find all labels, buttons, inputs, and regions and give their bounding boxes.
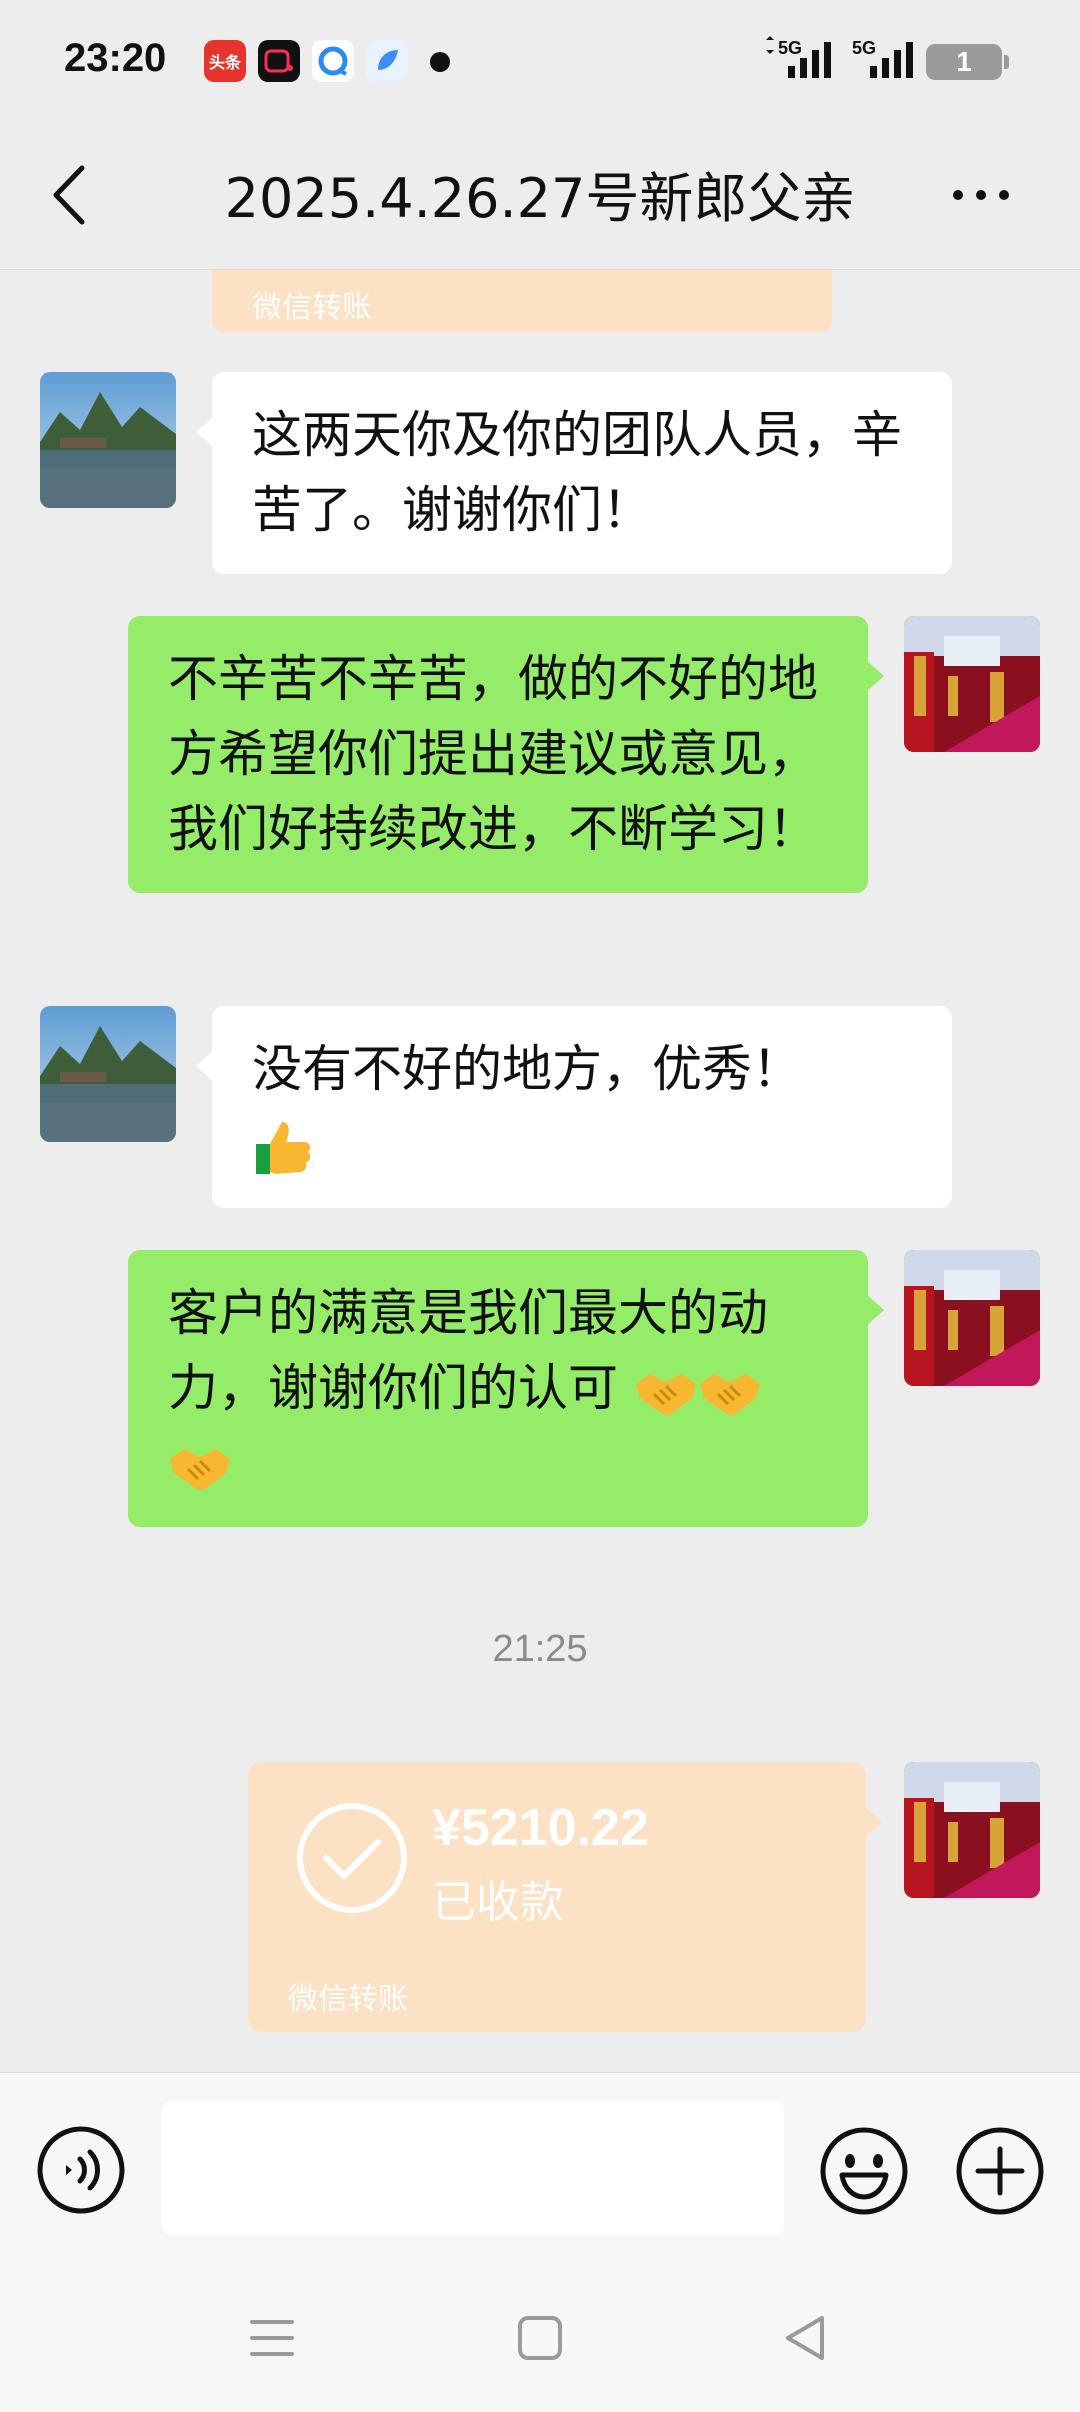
svg-text:5G: 5G [778,38,802,58]
system-nav-bar [0,2262,1080,2412]
home-nav-icon[interactable] [512,2310,568,2366]
notification-dot-icon [430,52,450,72]
video-app-icon [258,40,300,82]
my-avatar[interactable] [904,1250,1040,1386]
transfer-card-partial[interactable]: 微信转账 [212,270,832,332]
back-nav-icon[interactable] [778,2310,834,2366]
bird-app-icon [366,40,408,82]
more-options-icon[interactable] [946,170,1016,220]
incoming-message[interactable]: 没有不好的地方，优秀！ [196,1006,952,1208]
message-timestamp: 21:25 [492,1628,588,1670]
my-avatar[interactable] [904,616,1040,752]
transfer-label: 微信转账 [288,1982,408,2017]
signal-5g-icon-1: 5G [766,36,831,78]
transfer-status: 已收款 [432,1877,564,1928]
message-text: 不辛苦不辛苦，做的不好的地方希望你们提出建议或意见，我们好持续改进，不断学习！ [168,650,818,858]
message-text: 这两天你及你的团队人员，辛苦了。谢谢你们！ [252,406,902,539]
status-time: 23:20 [64,36,167,80]
toutiao-icon: 头条 [204,40,246,82]
handshake-icon [170,1448,230,1490]
transfer-label: 微信转账 [252,290,372,325]
menu-nav-icon[interactable] [244,2310,300,2366]
contact-avatar[interactable] [40,1006,176,1142]
signal-5g-icon-2: 5G [852,38,913,78]
browser-app-icon [312,40,354,82]
my-avatar[interactable] [904,1762,1040,1898]
transfer-amount: ¥5210.22 [432,1799,649,1857]
chat-title: 2025.4.26.27号新郎父亲 [224,167,856,230]
received-check-icon [297,1803,407,1913]
message-text: 没有不好的地方，优秀！ [252,1040,802,1098]
chat-header: 2025.4.26.27号新郎父亲 [0,120,1080,270]
handshake-icon [699,1373,760,1415]
incoming-message[interactable]: 这两天你及你的团队人员，辛苦了。谢谢你们！ [196,372,952,574]
contact-avatar[interactable] [40,372,176,508]
more-functions-plus-icon[interactable] [954,2125,1046,2217]
battery-indicator: 1 [926,44,1009,80]
outgoing-message[interactable]: 不辛苦不辛苦，做的不好的地方希望你们提出建议或意见，我们好持续改进，不断学习！ [128,616,884,893]
svg-text:5G: 5G [852,38,876,58]
handshake-icon [635,1373,696,1415]
outgoing-message[interactable]: 客户的满意是我们最大的动力，谢谢你们的认可 [128,1250,884,1527]
chat-message-list[interactable]: 微信转账 这两天你及你的团队人员，辛苦了。谢谢你们！ 不辛苦不辛苦，做的不好的地… [0,270,1080,2070]
emoji-picker-icon[interactable] [818,2125,910,2217]
thumbs-up-icon [256,1121,311,1174]
voice-input-icon[interactable] [36,2125,126,2215]
status-bar: 23:20 头条 5G 5G 1 [0,0,1080,120]
message-input[interactable] [162,2101,784,2235]
input-bar [0,2072,1080,2262]
transfer-card[interactable]: ¥5210.22 已收款 微信转账 [248,1762,882,2032]
